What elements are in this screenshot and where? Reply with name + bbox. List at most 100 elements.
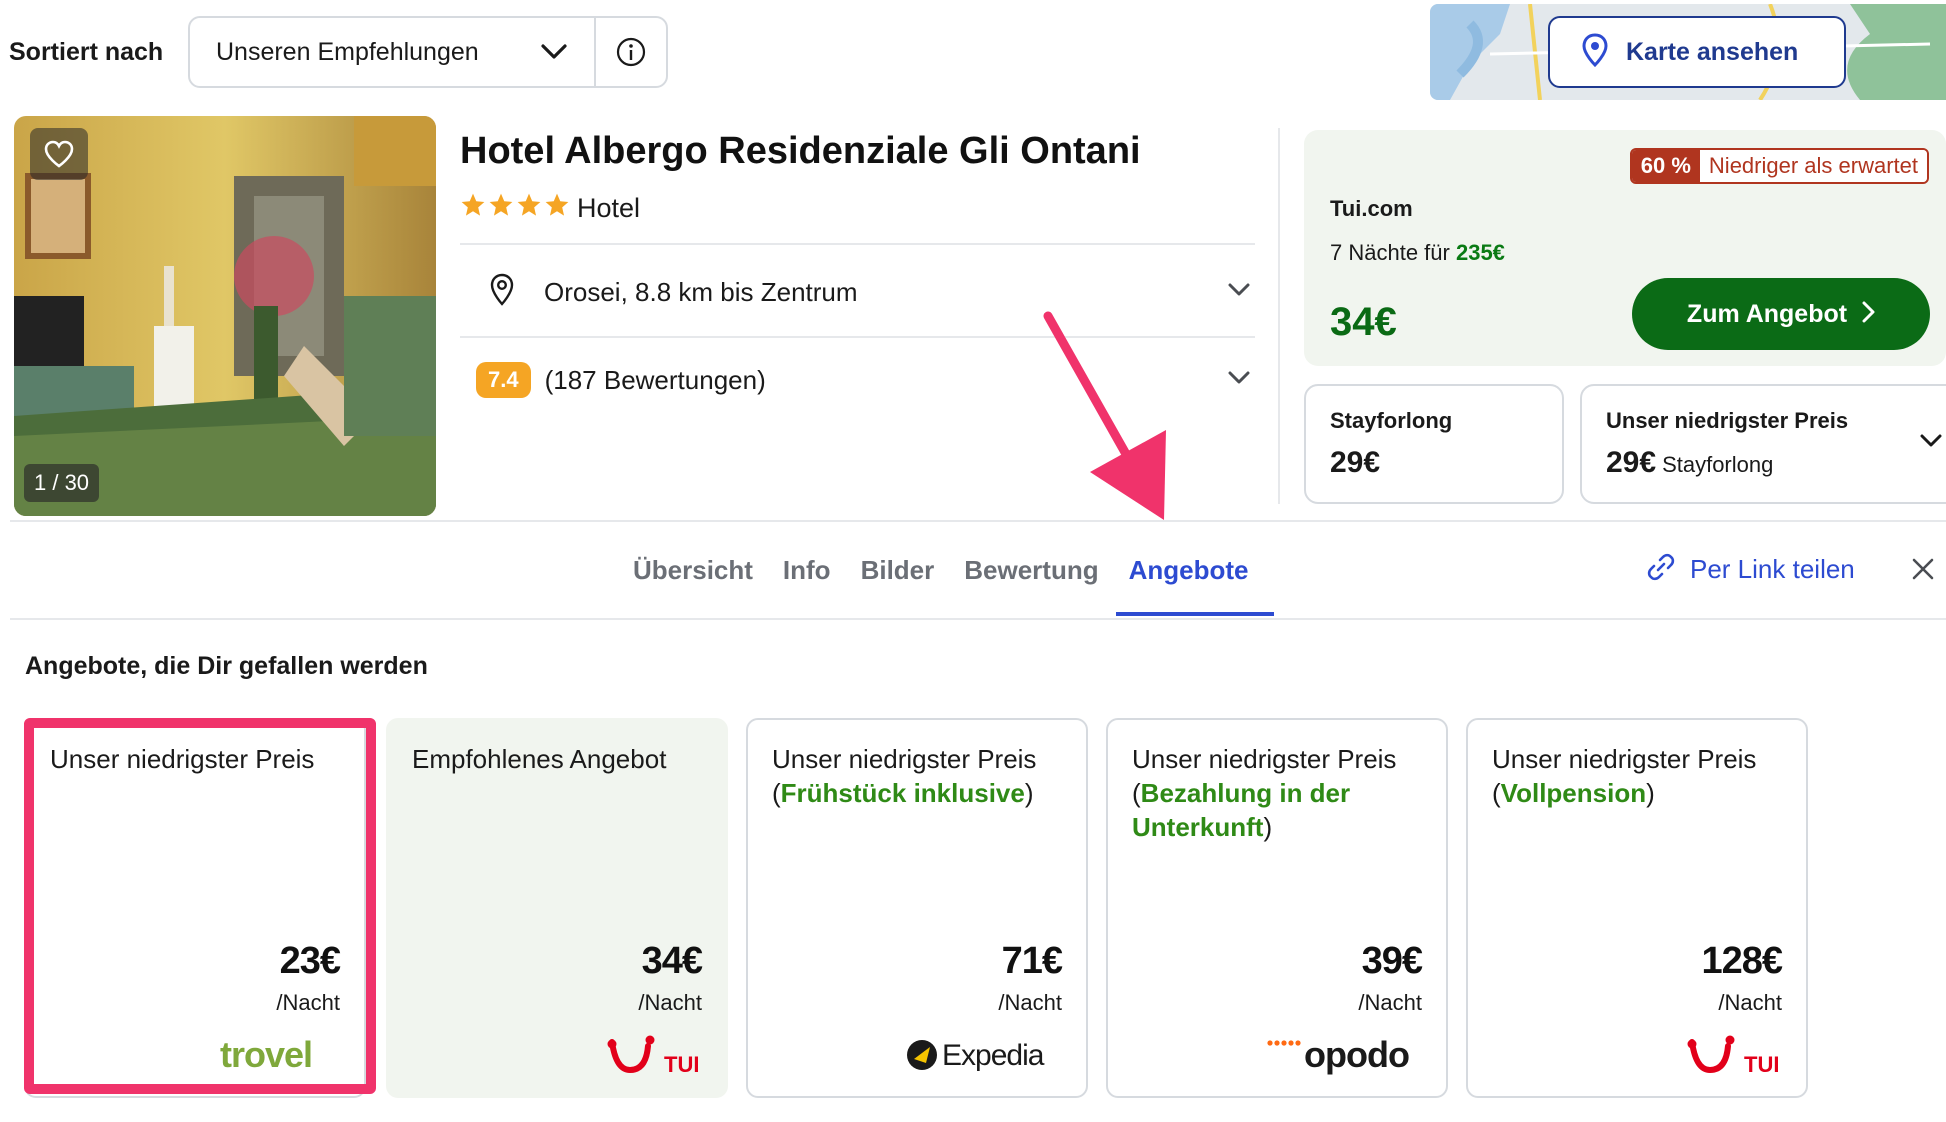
- sort-label: Sortiert nach: [9, 38, 164, 66]
- rating-score-badge: 7.4: [476, 362, 531, 398]
- deal-provider: Tui.com: [1330, 196, 1413, 221]
- offer-price: 128€: [1701, 940, 1783, 982]
- tui-logo-text: TUI: [1744, 1052, 1779, 1077]
- deal-nights-text: 7 Nächte für: [1330, 240, 1450, 265]
- hotel-image[interactable]: 1 / 30: [14, 116, 436, 516]
- alt-deal-price: 29€: [1606, 446, 1657, 479]
- location-text: Orosei, 8.8 km bis Zentrum: [544, 276, 858, 307]
- chevron-down-icon[interactable]: [1228, 283, 1250, 302]
- vertical-divider: [1278, 128, 1280, 504]
- offer-unit: /Nacht: [1358, 990, 1422, 1015]
- alt-deal-price: 29€: [1330, 446, 1381, 479]
- paren-close: ): [1646, 778, 1655, 808]
- chevron-down-icon[interactable]: [514, 18, 594, 86]
- deal-nights: 7 Nächte für 235€: [1330, 240, 1505, 266]
- offer-label: Unser niedrigster Preis (Bezahlung in de…: [1132, 742, 1426, 844]
- sort-dropdown[interactable]: Unseren Empfehlungen: [188, 16, 668, 88]
- map-pin-icon: [1582, 32, 1608, 72]
- star-icon: [461, 193, 485, 216]
- offer-label-text: Unser niedrigster Preis: [1492, 744, 1757, 774]
- price-insight-text: Niedriger als erwartet: [1699, 150, 1927, 182]
- offers-section-title: Angebote, die Dir gefallen werden: [25, 652, 428, 680]
- view-deal-button[interactable]: Zum Angebot: [1632, 278, 1930, 350]
- offer-label: Unser niedrigster Preis (Frühstück inklu…: [772, 742, 1066, 810]
- price-insight-percent: 60 %: [1631, 150, 1700, 182]
- offer-unit: /Nacht: [276, 990, 340, 1015]
- offer-card[interactable]: Unser niedrigster Preis (Frühstück inklu…: [746, 718, 1088, 1098]
- star-icon: [545, 193, 569, 216]
- location-pin-icon: [490, 273, 514, 312]
- opodo-logo-text: opodo: [1304, 1035, 1409, 1075]
- sort-dropdown-value: Unseren Empfehlungen: [216, 37, 479, 66]
- paren-open: (: [1132, 778, 1141, 808]
- trovel-logo-text: trovel: [220, 1034, 312, 1075]
- location-row[interactable]: Orosei, 8.8 km bis Zentrum: [490, 272, 1250, 312]
- offer-label-text: Unser niedrigster Preis: [1132, 744, 1397, 774]
- offer-price: 34€: [641, 940, 703, 982]
- link-icon: [1646, 552, 1676, 587]
- offer-unit: /Nacht: [998, 990, 1062, 1015]
- tab-info[interactable]: Info: [768, 550, 846, 590]
- active-tab-indicator: [1116, 612, 1274, 616]
- alt-deal-title: Stayforlong: [1330, 408, 1453, 433]
- offer-card[interactable]: Empfohlenes Angebot 34€ /Nacht TUI: [386, 718, 728, 1098]
- divider: [10, 618, 1946, 620]
- image-counter: 1 / 30: [24, 464, 100, 502]
- offer-feature-highlight: Bezahlung in der Unterkunft: [1132, 778, 1351, 842]
- tab-images[interactable]: Bilder: [846, 550, 950, 590]
- share-link-button[interactable]: Per Link teilen: [1646, 552, 1855, 587]
- trovel-logo: trovel: [220, 1030, 344, 1080]
- show-map-label: Karte ansehen: [1626, 37, 1799, 66]
- tui-logo-text: TUI: [664, 1052, 699, 1077]
- offer-label: Unser niedrigster Preis (Vollpension): [1492, 742, 1786, 810]
- alt-deal-card[interactable]: Stayforlong 29€: [1304, 384, 1564, 504]
- offer-feature-highlight: Vollpension: [1500, 778, 1647, 808]
- alt-deal-provider: Stayforlong: [1662, 452, 1774, 477]
- offer-card[interactable]: Unser niedrigster Preis (Bezahlung in de…: [1106, 718, 1448, 1098]
- offer-label: Empfohlenes Angebot: [412, 742, 706, 776]
- divider: [10, 520, 1946, 522]
- featured-deal-card[interactable]: 60 % Niedriger als erwartet Tui.com 7 Nä…: [1304, 130, 1946, 366]
- offer-label: Unser niedrigster Preis: [50, 742, 344, 776]
- paren-close: ): [1263, 812, 1273, 842]
- tab-offers[interactable]: Angebote: [1114, 550, 1264, 590]
- offer-price: 23€: [279, 940, 341, 982]
- chevron-right-icon: [1861, 301, 1875, 328]
- paren-open: (: [772, 778, 781, 808]
- offer-label-text: Unser niedrigster Preis: [772, 744, 1037, 774]
- favorite-heart-button[interactable]: [30, 128, 88, 180]
- price-insight-badge: 60 % Niedriger als erwartet: [1629, 148, 1929, 184]
- expedia-logo-text: Expedia: [942, 1039, 1045, 1072]
- divider: [460, 243, 1255, 245]
- star-rating: [460, 192, 570, 218]
- alt-deal-price-row: 29€ Stayforlong: [1606, 446, 1773, 480]
- annotation-arrow-icon: [1040, 308, 1180, 533]
- show-map-button[interactable]: Karte ansehen: [1548, 16, 1846, 88]
- close-icon[interactable]: [1912, 558, 1934, 585]
- offer-label-text: Unser niedrigster Preis: [50, 744, 315, 774]
- chevron-down-icon[interactable]: [1920, 434, 1942, 453]
- offer-unit: /Nacht: [1718, 990, 1782, 1015]
- offer-feature-highlight: Frühstück inklusive: [780, 778, 1025, 808]
- hotel-name[interactable]: Hotel Albergo Residenziale Gli Ontani: [460, 130, 1141, 173]
- paren-open: (: [1492, 778, 1501, 808]
- lowest-price-card[interactable]: Unser niedrigster Preis 29€ Stayforlong: [1580, 384, 1946, 504]
- tab-reviews[interactable]: Bewertung: [949, 550, 1113, 590]
- opodo-logo: opodo: [1266, 1030, 1426, 1080]
- info-icon[interactable]: [594, 18, 666, 86]
- tui-logo: TUI: [606, 1030, 706, 1080]
- offer-unit: /Nacht: [638, 990, 702, 1015]
- star-icon: [489, 193, 513, 216]
- tui-logo: TUI: [1686, 1030, 1786, 1080]
- alt-deal-title: Unser niedrigster Preis: [1606, 408, 1849, 433]
- paren-close: ): [1024, 778, 1034, 808]
- offer-label-text: Empfohlenes Angebot: [412, 744, 667, 774]
- offer-price: 71€: [1001, 940, 1063, 982]
- share-link-label: Per Link teilen: [1690, 554, 1855, 584]
- chevron-down-icon[interactable]: [1228, 371, 1250, 390]
- offer-card[interactable]: Unser niedrigster Preis (Vollpension) 12…: [1466, 718, 1808, 1098]
- offer-card[interactable]: Unser niedrigster Preis 23€ /Nacht trove…: [24, 718, 366, 1098]
- tab-overview[interactable]: Übersicht: [618, 550, 768, 590]
- offer-price: 39€: [1361, 940, 1423, 982]
- expedia-logo: Expedia: [906, 1030, 1066, 1080]
